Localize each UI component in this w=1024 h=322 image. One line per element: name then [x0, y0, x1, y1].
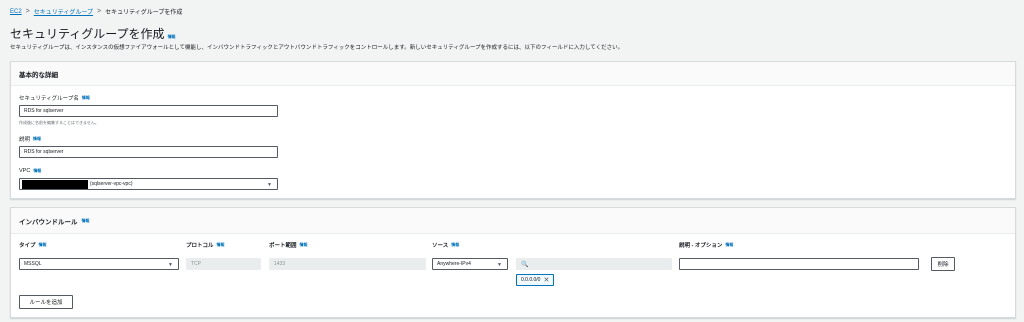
- vpc-label-row: VPC 情報: [19, 168, 41, 174]
- basic-details-heading: 基本的な詳細: [19, 71, 58, 79]
- breadcrumb-security-groups-link[interactable]: セキュリティグループ: [34, 7, 93, 16]
- port-range-input: 1433: [269, 258, 426, 270]
- page-title-row: セキュリティグループを作成 情報: [10, 25, 176, 42]
- port-info-link[interactable]: 情報: [300, 242, 308, 248]
- type-info-link[interactable]: 情報: [39, 242, 47, 248]
- search-icon: 🔍: [521, 262, 529, 268]
- page-title: セキュリティグループを作成: [10, 27, 165, 41]
- inbound-info-link[interactable]: 情報: [82, 218, 90, 224]
- inbound-rules-heading: インバウンドルール: [19, 218, 78, 226]
- basic-details-panel: 基本的な詳細 セキュリティグループ名 情報 RDS for sqlserver …: [10, 61, 1016, 199]
- col-type-label-row: タイプ 情報: [19, 241, 47, 249]
- protocol-info-link[interactable]: 情報: [217, 242, 225, 248]
- protocol-input: TCP: [186, 258, 261, 270]
- type-select[interactable]: MSSQL ▼: [19, 258, 179, 270]
- vpc-select[interactable]: (sqlserver-vpc-vpc) ▼: [19, 178, 278, 190]
- sg-name-info-link[interactable]: 情報: [82, 95, 90, 101]
- chevron-down-icon: ▼: [497, 262, 502, 268]
- breadcrumb-current: セキュリティグループを作成: [105, 10, 183, 16]
- vpc-value: (sqlserver-vpc-vpc): [90, 181, 133, 187]
- col-source-label-row: ソース 情報: [432, 241, 459, 249]
- col-port-label: ポート範囲: [269, 243, 297, 249]
- col-protocol-label: プロトコル: [186, 243, 214, 249]
- col-protocol-label-row: プロトコル 情報: [186, 241, 225, 249]
- source-value: Anywhere-IPv4: [437, 261, 471, 267]
- col-source-label: ソース: [432, 243, 449, 249]
- breadcrumb: EC2 > セキュリティグループ > セキュリティグループを作成: [10, 7, 182, 16]
- port-value: 1433: [274, 261, 286, 267]
- basic-details-header: 基本的な詳細: [11, 62, 1015, 86]
- col-type-label: タイプ: [19, 243, 36, 249]
- protocol-value: TCP: [191, 261, 201, 267]
- page-description: セキュリティグループは、インスタンスの仮想ファイアウォールとして機能し、インバウ…: [10, 45, 624, 51]
- description-label-row: 説明 情報: [19, 135, 41, 143]
- vpc-label: VPC: [19, 168, 31, 174]
- inbound-rules-header: インバウンドルール 情報: [11, 208, 1015, 234]
- delete-rule-button[interactable]: 削除: [931, 257, 955, 271]
- rule-description-input[interactable]: [679, 258, 919, 270]
- sg-name-label-row: セキュリティグループ名 情報: [19, 94, 90, 102]
- close-icon[interactable]: ✕: [543, 276, 549, 284]
- description-input[interactable]: RDS for sqlserver: [19, 146, 278, 158]
- source-search-input[interactable]: 🔍: [516, 258, 672, 270]
- description-value: RDS for sqlserver: [24, 149, 64, 155]
- breadcrumb-separator: >: [25, 8, 30, 15]
- breadcrumb-ec2-link[interactable]: EC2: [10, 9, 22, 15]
- col-desc-label-row: 説明 - オプション 情報: [679, 241, 733, 249]
- col-desc-label: 説明 - オプション: [679, 243, 723, 249]
- description-label: 説明: [19, 137, 31, 143]
- sg-name-hint: 作成後に名前を編集することはできません。: [19, 120, 99, 125]
- sg-name-value: RDS for sqlserver: [24, 108, 64, 114]
- chevron-down-icon: ▼: [267, 182, 272, 188]
- sg-name-label: セキュリティグループ名: [19, 96, 79, 102]
- add-rule-button[interactable]: ルールを追加: [19, 295, 73, 309]
- sg-name-input[interactable]: RDS for sqlserver: [19, 105, 278, 117]
- cidr-value: 0.0.0.0/0: [521, 277, 541, 283]
- col-port-label-row: ポート範囲 情報: [269, 241, 308, 249]
- desc-info-link[interactable]: 情報: [725, 242, 733, 248]
- vpc-info-link[interactable]: 情報: [33, 168, 41, 174]
- description-info-link[interactable]: 情報: [33, 136, 41, 142]
- breadcrumb-separator: >: [97, 8, 102, 15]
- type-value: MSSQL: [24, 261, 42, 267]
- cidr-token: 0.0.0.0/0 ✕: [516, 274, 555, 286]
- page-info-link[interactable]: 情報: [168, 34, 176, 40]
- redacted-vpc-id: [22, 179, 88, 189]
- source-select[interactable]: Anywhere-IPv4 ▼: [432, 258, 508, 270]
- source-info-link[interactable]: 情報: [451, 242, 459, 248]
- inbound-rules-panel: インバウンドルール 情報 タイプ 情報 プロトコル 情報 ポート範囲 情報 ソー…: [10, 207, 1016, 318]
- chevron-down-icon: ▼: [168, 262, 173, 268]
